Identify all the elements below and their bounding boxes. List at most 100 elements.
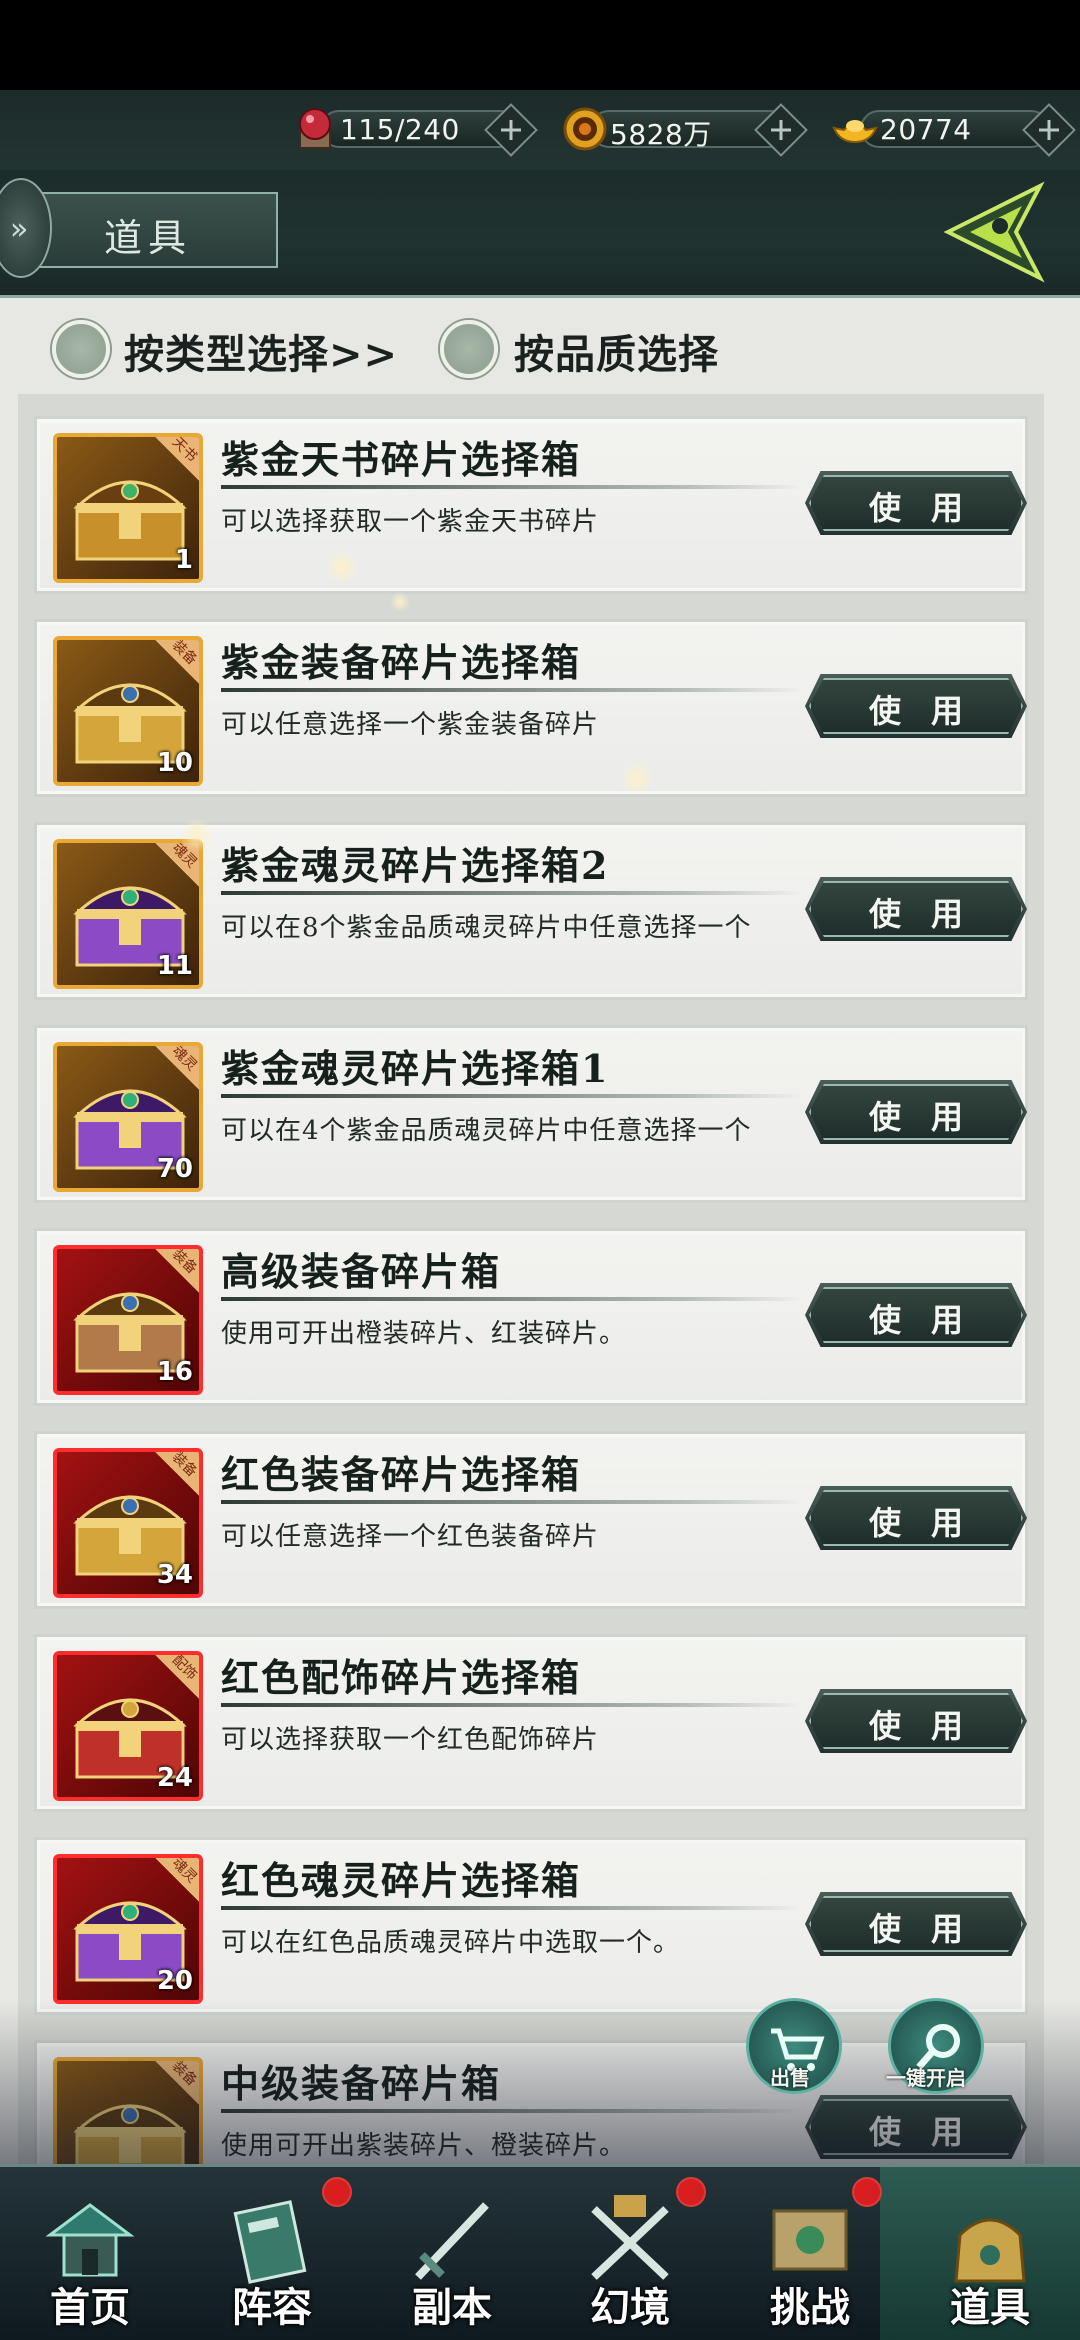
quality-filter-radio[interactable] — [440, 320, 498, 378]
nav-label: 幻境 — [590, 2284, 670, 2331]
category-tag: 装备 — [153, 637, 200, 686]
use-button[interactable]: 使用 — [805, 1892, 1027, 1956]
item-name: 红色魂灵碎片选择箱 — [221, 1858, 582, 1903]
nav-item-1[interactable]: 首页 — [0, 2167, 180, 2340]
item-divider — [221, 1094, 801, 1098]
quality-filter-label[interactable]: 按品质选择 — [514, 322, 719, 380]
category-tag-label: 魂灵 — [168, 1855, 200, 1887]
item-count: 11 — [156, 951, 193, 981]
item-description: 使用可开出橙装碎片、红装碎片。 — [221, 1319, 627, 1349]
bottom-nav: 首页 阵容 副本 幻境 挑战 道具 — [0, 2164, 1080, 2340]
item-name: 紫金天书碎片选择箱 — [221, 437, 582, 482]
nav-label: 阵容 — [232, 2284, 312, 2331]
category-tag-label: 魂灵 — [168, 1043, 200, 1075]
item-description: 可以在8个紫金品质魂灵碎片中任意选择一个 — [221, 913, 752, 943]
list-item[interactable]: 魂灵 11 紫金魂灵碎片选择箱2 可以在8个紫金品质魂灵碎片中任意选择一个 使用 — [34, 822, 1028, 1000]
type-filter-label[interactable]: 按类型选择>> — [124, 322, 398, 380]
use-button[interactable]: 使用 — [805, 471, 1027, 535]
list-item[interactable]: 魂灵 70 紫金魂灵碎片选择箱1 可以在4个紫金品质魂灵碎片中任意选择一个 使用 — [34, 1025, 1028, 1203]
item-count: 20 — [156, 1966, 193, 1996]
use-button[interactable]: 使用 — [805, 674, 1027, 738]
item-thumbnail[interactable]: 魂灵 20 — [53, 1854, 203, 2004]
notification-dot — [676, 2177, 706, 2207]
category-tag: 配饰 — [153, 1652, 200, 1701]
item-description: 可以任意选择一个紫金装备碎片 — [221, 710, 600, 740]
notification-dot — [322, 2177, 352, 2207]
item-divider — [221, 688, 801, 692]
item-count: 34 — [156, 1560, 193, 1590]
category-tag-label: 天书 — [168, 434, 200, 466]
coin-icon — [563, 107, 607, 151]
list-item[interactable]: 装备 10 紫金装备碎片选择箱 可以任意选择一个紫金装备碎片 使用 — [34, 619, 1028, 797]
gold-ingot-icon — [832, 120, 878, 144]
item-count: 1 — [174, 545, 193, 575]
coins-resource: 5828万 — [560, 103, 810, 157]
item-count: 16 — [156, 1357, 193, 1387]
open-all-label[interactable]: 一键开启 — [886, 2062, 966, 2091]
item-name: 高级装备碎片箱 — [221, 1249, 502, 1294]
stamina-value: 115/240 — [340, 113, 460, 146]
category-tag-label: 配饰 — [168, 1652, 200, 1684]
list-item[interactable]: 魂灵 20 红色魂灵碎片选择箱 可以在红色品质魂灵碎片中选取一个。 使用 — [34, 1837, 1028, 2015]
game-emblem-icon[interactable] — [940, 180, 1050, 284]
sparkle-effect — [325, 550, 359, 584]
item-list[interactable]: 天书 1 紫金天书碎片选择箱 可以选择获取一个紫金天书碎片 使用 装备 10 紫金装备碎片选择… — [18, 394, 1044, 2164]
sparkle-effect — [620, 762, 654, 796]
list-item[interactable]: 装备 34 红色装备碎片选择箱可以任意选择一个红色装备碎片 使用 — [34, 1431, 1028, 1609]
use-button-label: 使用 — [868, 1504, 993, 1542]
item-name: 红色配饰碎片选择箱 — [221, 1655, 582, 1700]
item-name: 红色装备碎片选择箱 — [221, 1452, 582, 1497]
use-button[interactable]: 使用 — [805, 1486, 1027, 1550]
use-button-label: 使用 — [868, 1098, 993, 1136]
red-orb-icon — [299, 108, 331, 149]
nav-label: 副本 — [412, 2284, 492, 2331]
item-name: 紫金魂灵碎片选择箱2 — [221, 843, 610, 888]
page-header: 道具 » — [0, 170, 1080, 298]
use-button-label: 使用 — [868, 1910, 993, 1948]
list-item[interactable]: 天书 1 紫金天书碎片选择箱 可以选择获取一个紫金天书碎片 使用 — [34, 416, 1028, 594]
use-button-label: 使用 — [868, 692, 993, 730]
nav-label: 首页 — [50, 2284, 130, 2331]
category-tag: 魂灵 — [153, 1043, 200, 1092]
use-button[interactable]: 使用 — [805, 1283, 1027, 1347]
item-count: 70 — [156, 1154, 193, 1184]
list-item[interactable]: 装备 16 高级装备碎片箱使用可开出橙装碎片、红装碎片。 使用 — [34, 1228, 1028, 1406]
item-name: 紫金魂灵碎片选择箱1 — [221, 1046, 610, 1091]
category-tag: 装备 — [153, 1452, 199, 1498]
resource-bar: 115/240 5828万 20774 — [0, 90, 1080, 170]
category-tag: 装备 — [153, 1246, 200, 1295]
use-button-label: 使用 — [868, 1707, 993, 1745]
coins-value: 5828万 — [610, 118, 712, 151]
nav-item-3[interactable]: 副本 — [362, 2167, 542, 2340]
notification-dot — [852, 2177, 882, 2207]
use-button[interactable]: 使用 — [805, 1689, 1027, 1753]
use-button-label: 使用 — [868, 489, 993, 527]
item-count: 10 — [156, 748, 193, 778]
use-button-label: 使用 — [868, 1301, 993, 1339]
sparkle-effect — [390, 592, 410, 612]
item-divider — [221, 1297, 801, 1301]
category-tag: 天书 — [153, 434, 200, 483]
list-item[interactable]: 配饰 24 红色配饰碎片选择箱 可以选择获取一个红色配饰碎片 使用 — [34, 1634, 1028, 1812]
category-tag-label: 装备 — [168, 637, 200, 669]
type-filter-radio[interactable] — [52, 320, 110, 378]
use-button-label: 使用 — [868, 895, 993, 933]
item-thumbnail[interactable]: 魂灵 70 — [53, 1042, 203, 1192]
item-description: 可以在4个紫金品质魂灵碎片中任意选择一个 — [221, 1116, 752, 1146]
use-button[interactable]: 使用 — [805, 877, 1027, 941]
item-divider — [221, 1906, 801, 1910]
item-thumbnail[interactable]: 装备 16 — [53, 1245, 203, 1395]
item-thumbnail[interactable]: 装备 34 — [53, 1448, 203, 1598]
item-thumbnail[interactable]: 装备 10 — [53, 636, 203, 786]
item-thumbnail[interactable]: 魂灵 11 — [53, 839, 203, 989]
sell-label[interactable]: 出售 — [770, 2062, 810, 2091]
item-thumbnail[interactable]: 天书 1 — [53, 433, 203, 583]
use-button[interactable]: 使用 — [805, 1080, 1027, 1144]
sparkle-effect — [180, 818, 214, 852]
item-description: 可以任意选择一个红色装备碎片 — [221, 1522, 600, 1552]
category-tag: 魂灵 — [153, 1855, 200, 1904]
item-thumbnail[interactable]: 配饰 24 — [53, 1651, 203, 1801]
nav-item-6[interactable]: 道具 — [900, 2167, 1080, 2340]
category-tag-label: 装备 — [168, 1246, 200, 1278]
nav-label: 道具 — [950, 2284, 1030, 2331]
